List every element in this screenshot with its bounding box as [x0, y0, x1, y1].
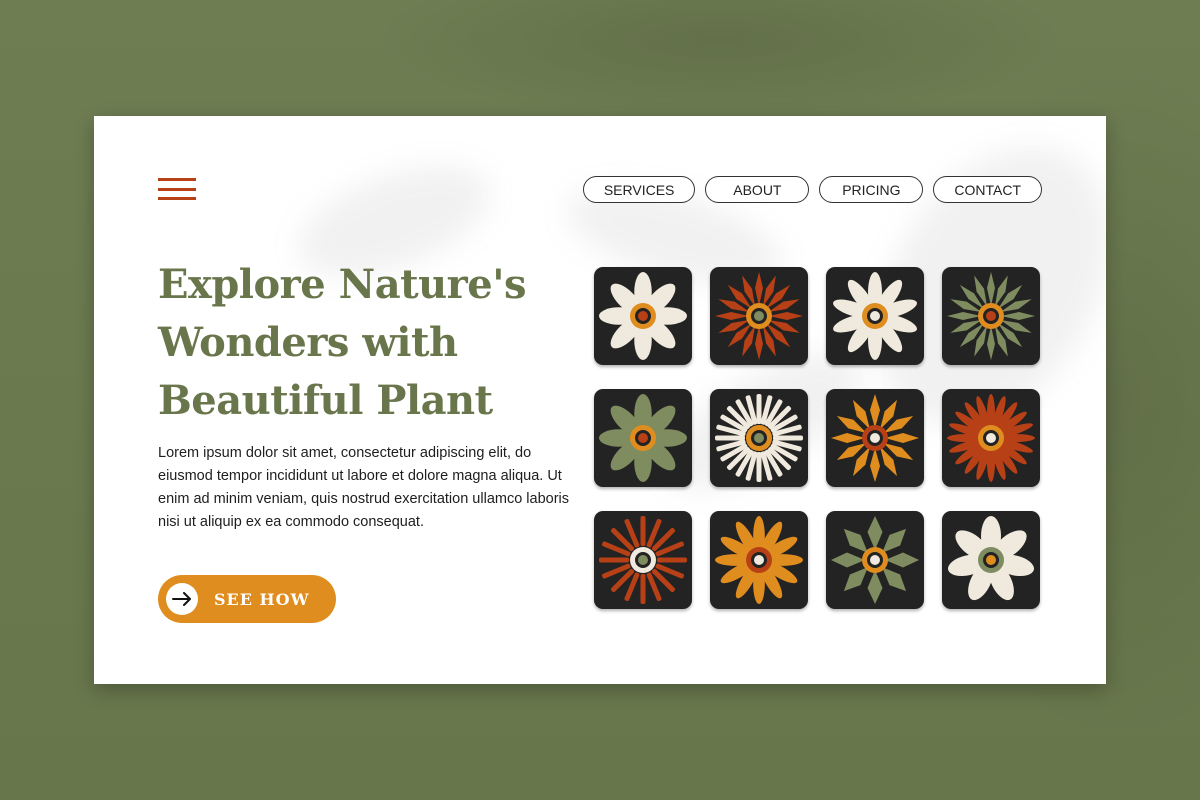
- flower-petal: [987, 272, 995, 306]
- flower-petal: [870, 394, 880, 428]
- flower-tile-icon: [826, 389, 924, 487]
- flower-tile-icon: [826, 511, 924, 609]
- flower-center: [870, 433, 880, 443]
- flower-petal: [1001, 312, 1035, 320]
- flower-tile-icon: [826, 267, 924, 365]
- nav-pricing-button[interactable]: PRICING: [819, 176, 924, 203]
- flower-tile-icon: [710, 389, 808, 487]
- flower-petal: [831, 552, 865, 568]
- flower-petal: [947, 312, 981, 320]
- flower-petal: [987, 326, 995, 360]
- flower-petal: [773, 435, 803, 441]
- flower-petal: [715, 435, 745, 441]
- flower-petal: [640, 574, 646, 604]
- hamburger-menu-icon[interactable]: [158, 178, 196, 200]
- flower-tile-icon: [942, 511, 1040, 609]
- flower-petal: [769, 312, 803, 320]
- flower-tile-icon: [594, 389, 692, 487]
- flower-center: [638, 311, 648, 321]
- flower-petal: [715, 312, 749, 320]
- flower-petal: [756, 394, 762, 424]
- nav-about-button[interactable]: ABOUT: [705, 176, 810, 203]
- flower-petal: [599, 557, 629, 563]
- flower-icon-grid: [594, 267, 1040, 609]
- flower-center: [870, 311, 880, 321]
- flower-tile-icon: [710, 267, 808, 365]
- flower-petal: [756, 452, 762, 482]
- flower-center: [986, 311, 996, 321]
- see-how-label: SEE HOW: [214, 589, 310, 609]
- flower-center: [754, 555, 764, 565]
- flower-petal: [755, 272, 763, 306]
- flower-tile-icon: [594, 511, 692, 609]
- flower-petal: [640, 516, 646, 546]
- arrow-right-icon: [166, 583, 198, 615]
- hero-title: Explore Nature's Wonders with Beautiful …: [158, 261, 526, 424]
- flower-petal: [831, 433, 865, 443]
- flower-petal: [755, 326, 763, 360]
- flower-center: [754, 433, 764, 443]
- flower-center: [638, 433, 648, 443]
- flower-tile-icon: [942, 267, 1040, 365]
- flower-center: [986, 555, 996, 565]
- flower-petal: [657, 557, 687, 563]
- flower-center: [638, 555, 648, 565]
- flower-petal: [870, 448, 880, 482]
- flower-petal: [885, 433, 919, 443]
- flower-petal: [867, 516, 883, 550]
- nav-contact-button[interactable]: CONTACT: [933, 176, 1042, 203]
- nav-services-button[interactable]: SERVICES: [582, 176, 696, 203]
- hero-description: Lorem ipsum dolor sit amet, consectetur …: [158, 445, 570, 530]
- see-how-button[interactable]: SEE HOW: [158, 575, 336, 623]
- hero-slide-card: SERVICES ABOUT PRICING CONTACT Explore N…: [94, 116, 1106, 684]
- flower-tile-icon: [710, 511, 808, 609]
- flower-tile-icon: [942, 389, 1040, 487]
- flower-petal: [867, 570, 883, 604]
- flower-center: [870, 555, 880, 565]
- top-navigation: SERVICES ABOUT PRICING CONTACT: [582, 176, 1042, 203]
- flower-tile-icon: [594, 267, 692, 365]
- flower-petal: [885, 552, 919, 568]
- flower-center: [754, 311, 764, 321]
- flower-center: [986, 433, 996, 443]
